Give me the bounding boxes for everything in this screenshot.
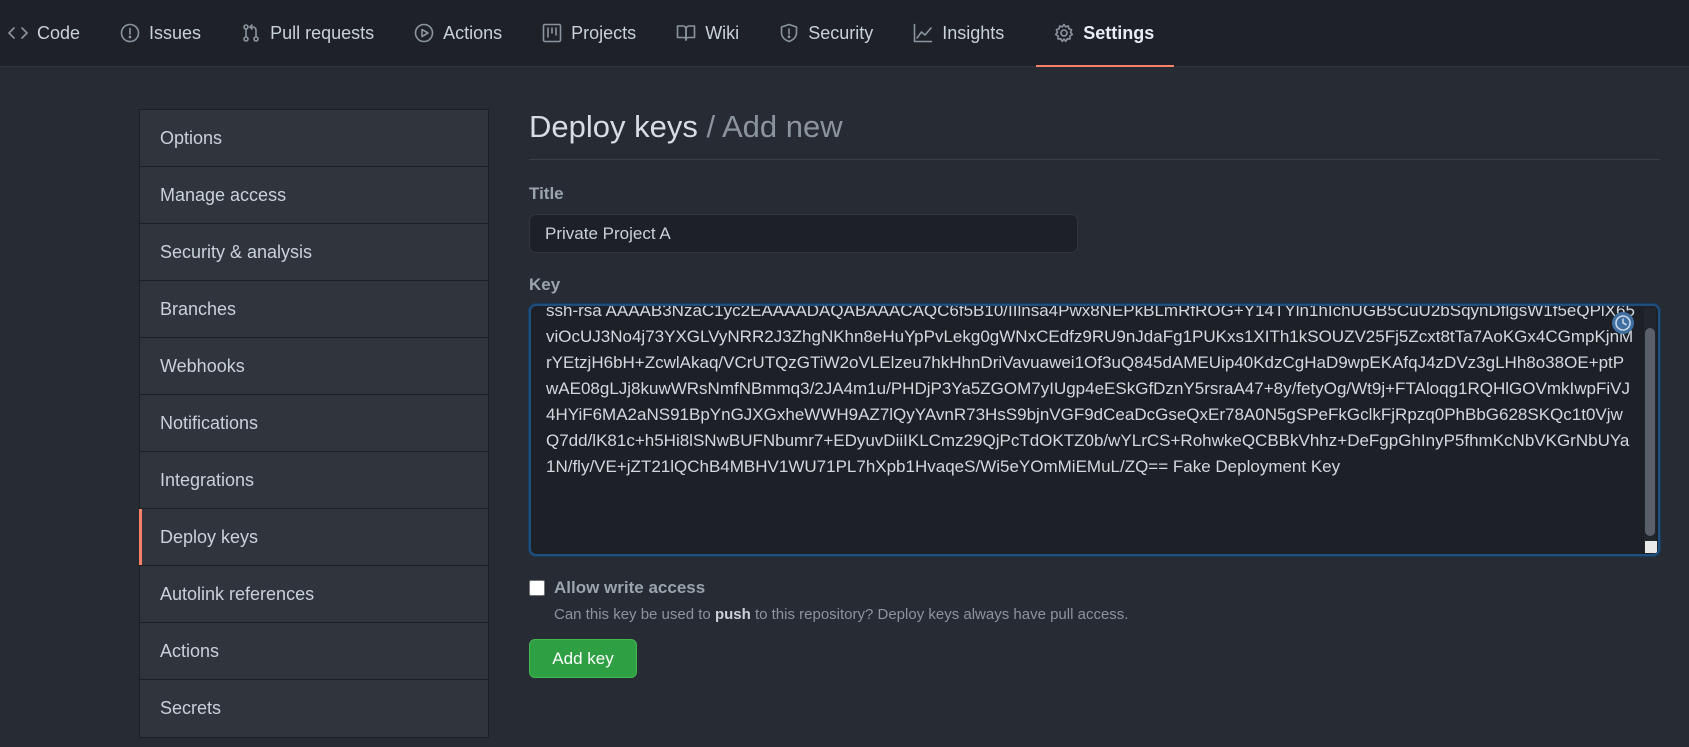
- tab-label: Actions: [443, 22, 503, 43]
- sidebar-item-branches[interactable]: Branches: [140, 281, 488, 338]
- add-key-button[interactable]: Add key: [529, 639, 637, 678]
- settings-sidebar: Options Manage access Security & analysi…: [139, 109, 489, 738]
- title-input-value: Private Project A: [545, 223, 671, 243]
- scroll-thumb[interactable]: [1645, 328, 1655, 536]
- sidebar-item-label: Actions: [160, 640, 220, 661]
- book-icon: [676, 25, 696, 41]
- tab-security[interactable]: Security: [771, 0, 893, 66]
- sidebar-item-webhooks[interactable]: Webhooks: [140, 338, 488, 395]
- tab-projects[interactable]: Projects: [534, 0, 656, 66]
- sidebar-item-deploy-keys[interactable]: Deploy keys: [139, 509, 488, 566]
- sidebar-item-label: Integrations: [160, 469, 255, 490]
- sidebar-item-label: Security & analysis: [160, 241, 313, 262]
- page-subtitle: / Add new: [706, 109, 843, 144]
- key-textarea[interactable]: ssh-rsa AAAAB3NzaC1yc2EAAAADAQABAAACAQC6…: [529, 304, 1660, 556]
- tab-label: Insights: [942, 22, 1005, 43]
- issue-icon: [120, 23, 140, 43]
- sidebar-item-label: Branches: [160, 298, 237, 319]
- tab-actions[interactable]: Actions: [406, 0, 522, 66]
- tab-settings[interactable]: Settings: [1036, 0, 1175, 67]
- tab-wiki[interactable]: Wiki: [668, 0, 759, 66]
- write-access-checkbox[interactable]: [529, 580, 545, 596]
- sidebar-item-autolink-references[interactable]: Autolink references: [140, 566, 488, 623]
- title-input[interactable]: Private Project A: [529, 214, 1078, 253]
- clock-icon[interactable]: [1612, 312, 1634, 334]
- tab-pull-requests[interactable]: Pull requests: [233, 0, 394, 66]
- sidebar-item-label: Secrets: [160, 698, 222, 718]
- sidebar-item-integrations[interactable]: Integrations: [140, 452, 488, 509]
- sidebar-item-manage-access[interactable]: Manage access: [140, 167, 488, 224]
- tab-label: Issues: [149, 22, 202, 43]
- tab-label: Pull requests: [270, 22, 375, 43]
- hint-bold: push: [714, 606, 751, 623]
- page-title-text: Deploy keys: [529, 109, 698, 144]
- code-icon: [8, 27, 28, 39]
- tab-label: Settings: [1083, 22, 1155, 43]
- page-title: Deploy keys / Add new: [529, 109, 1660, 160]
- resize-handle[interactable]: [1645, 541, 1657, 553]
- write-access-label[interactable]: Allow write access: [554, 578, 705, 598]
- project-icon: [542, 23, 562, 43]
- tab-label: Code: [37, 22, 81, 43]
- repo-nav: Code Issues Pull requests Actions Projec…: [0, 0, 1689, 67]
- tab-issues[interactable]: Issues: [112, 0, 221, 66]
- hint-text-end: to this repository? Deploy keys always h…: [750, 606, 1129, 623]
- title-label: Title: [529, 184, 564, 203]
- sidebar-item-security-analysis[interactable]: Security & analysis: [140, 224, 488, 281]
- write-access-row: Allow write access: [529, 578, 1660, 598]
- sidebar-item-notifications[interactable]: Notifications: [140, 395, 488, 452]
- sidebar-item-label: Webhooks: [160, 355, 245, 376]
- play-icon: [414, 23, 434, 43]
- add-key-label: Add key: [552, 648, 614, 668]
- tab-insights[interactable]: Insights: [905, 0, 1024, 66]
- sidebar-item-actions[interactable]: Actions: [140, 623, 488, 680]
- sidebar-item-secrets[interactable]: Secrets: [140, 680, 488, 737]
- sidebar-item-label: Options: [160, 127, 223, 148]
- pull-request-icon: [243, 24, 259, 42]
- sidebar-item-options[interactable]: Options: [140, 110, 488, 167]
- sidebar-item-label: Autolink references: [160, 583, 315, 604]
- sidebar-item-label: Manage access: [160, 184, 287, 205]
- graph-icon: [913, 23, 933, 43]
- key-scrollbar[interactable]: [1644, 308, 1656, 552]
- hint-text: Can this key be used to: [554, 606, 715, 623]
- sidebar-item-label: Notifications: [160, 412, 259, 433]
- key-label: Key: [529, 275, 561, 294]
- gear-icon: [1055, 23, 1074, 43]
- tab-label: Security: [808, 22, 874, 43]
- main-content: Deploy keys / Add new Title Private Proj…: [529, 109, 1660, 678]
- sidebar-item-label: Deploy keys: [160, 526, 259, 547]
- tab-code[interactable]: Code: [0, 0, 100, 66]
- tab-label: Wiki: [705, 22, 740, 43]
- tab-label: Projects: [571, 22, 637, 43]
- write-access-hint: Can this key be used to push to this rep…: [554, 606, 1660, 623]
- shield-icon: [780, 23, 798, 43]
- key-textarea-value: ssh-rsa AAAAB3NzaC1yc2EAAAADAQABAAACAQC6…: [546, 304, 1635, 476]
